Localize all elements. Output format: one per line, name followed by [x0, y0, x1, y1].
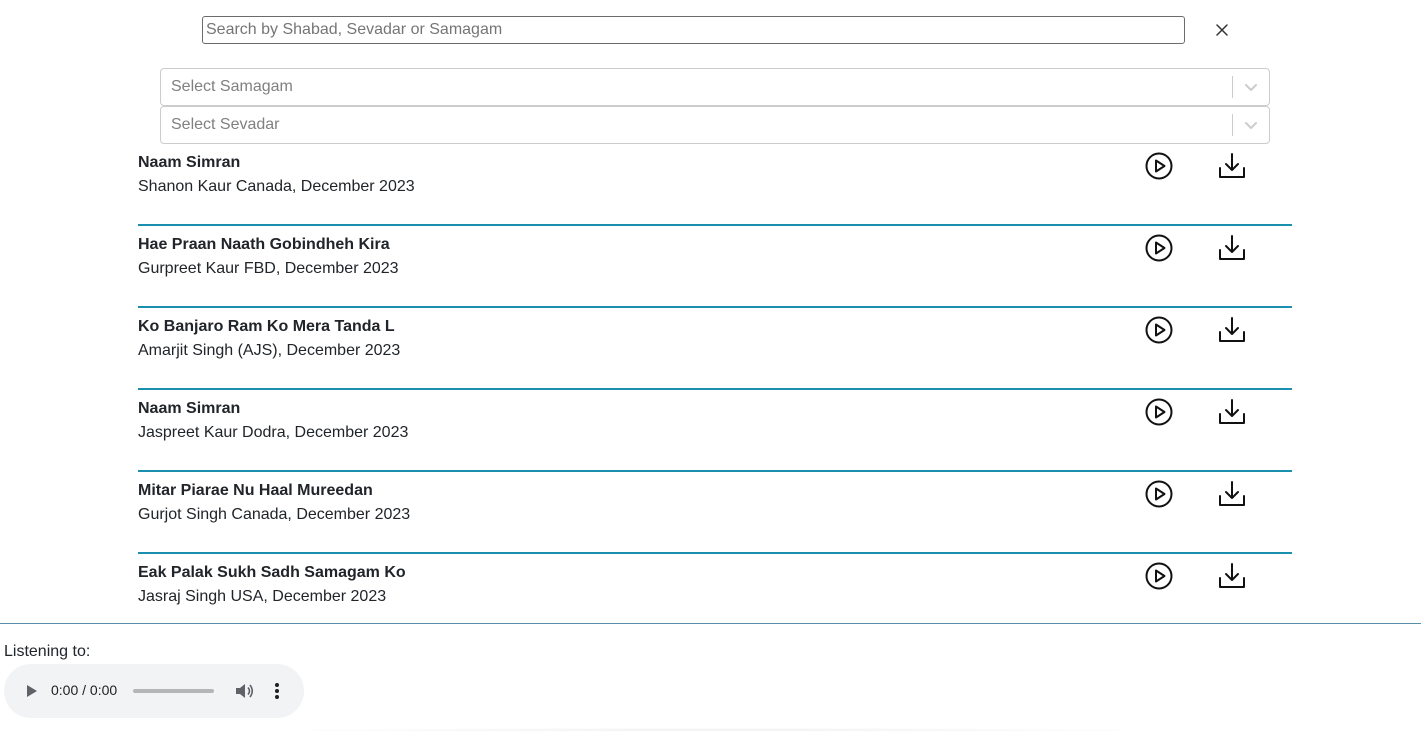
- download-icon: [1219, 317, 1245, 342]
- download-button[interactable]: [1217, 233, 1247, 263]
- download-icon: [1219, 481, 1245, 506]
- audio-progress-slider[interactable]: [133, 689, 214, 693]
- shabad-meta: Gurjot Singh Canada, December 2023: [138, 506, 411, 523]
- download-icon: [1219, 563, 1245, 588]
- sevadar-select[interactable]: Select Sevadar: [160, 106, 1270, 144]
- shabad-title: Mitar Piarae Nu Haal Mureedan: [138, 482, 373, 499]
- download-button[interactable]: [1217, 151, 1247, 181]
- play-button[interactable]: [1144, 479, 1174, 509]
- play-circle-icon: [1145, 398, 1173, 426]
- play-button[interactable]: [1144, 233, 1174, 263]
- play-circle-icon: [1145, 234, 1173, 262]
- play-circle-icon: [1145, 152, 1173, 180]
- audio-time: 0:00 / 0:00: [51, 682, 118, 698]
- play-button[interactable]: [1144, 315, 1174, 345]
- volume-icon[interactable]: [234, 681, 256, 701]
- player-footer: Listening to: 0:00 / 0:00: [0, 623, 1421, 731]
- play-button[interactable]: [1144, 561, 1174, 591]
- shabad-meta: Shanon Kaur Canada, December 2023: [138, 178, 415, 195]
- chevron-down-icon[interactable]: [1233, 69, 1269, 105]
- audio-player: 0:00 / 0:00: [4, 664, 304, 718]
- shabad-list: Naam Simran Shanon Kaur Canada, December…: [138, 144, 1292, 636]
- samagam-select-placeholder: Select Samagam: [171, 78, 293, 95]
- sevadar-select-placeholder: Select Sevadar: [171, 116, 280, 133]
- play-circle-icon: [1145, 316, 1173, 344]
- download-icon: [1219, 235, 1245, 260]
- play-circle-icon: [1145, 480, 1173, 508]
- download-button[interactable]: [1217, 397, 1247, 427]
- download-button[interactable]: [1217, 315, 1247, 345]
- shabad-meta: Jasraj Singh USA, December 2023: [138, 588, 387, 605]
- shabad-title: Ko Banjaro Ram Ko Mera Tanda L: [138, 318, 395, 335]
- listening-label: Listening to:: [4, 643, 91, 660]
- list-item: Naam Simran Shanon Kaur Canada, December…: [138, 144, 1292, 226]
- search-input[interactable]: [202, 16, 1185, 44]
- page: Select Samagam Select Sevadar Naam Simra…: [0, 0, 1421, 731]
- list-item: Ko Banjaro Ram Ko Mera Tanda L Amarjit S…: [138, 308, 1292, 390]
- shabad-meta: Jaspreet Kaur Dodra, December 2023: [138, 424, 409, 441]
- play-circle-icon: [1145, 562, 1173, 590]
- more-options-icon[interactable]: [266, 680, 288, 702]
- shabad-title: Hae Praan Naath Gobindheh Kira: [138, 236, 390, 253]
- shabad-title: Naam Simran: [138, 400, 241, 417]
- download-icon: [1219, 399, 1245, 424]
- list-item: Naam Simran Jaspreet Kaur Dodra, Decembe…: [138, 390, 1292, 472]
- shabad-title: Eak Palak Sukh Sadh Samagam Ko: [138, 564, 406, 581]
- download-button[interactable]: [1217, 561, 1247, 591]
- list-item: Hae Praan Naath Gobindheh Kira Gurpreet …: [138, 226, 1292, 308]
- chevron-down-icon[interactable]: [1233, 107, 1269, 143]
- download-button[interactable]: [1217, 479, 1247, 509]
- play-button[interactable]: [1144, 151, 1174, 181]
- shabad-meta: Gurpreet Kaur FBD, December 2023: [138, 260, 399, 277]
- list-item: Mitar Piarae Nu Haal Mureedan Gurjot Sin…: [138, 472, 1292, 554]
- shabad-title: Naam Simran: [138, 154, 241, 171]
- download-icon: [1219, 153, 1245, 178]
- shabad-meta: Amarjit Singh (AJS), December 2023: [138, 342, 401, 359]
- samagam-select[interactable]: Select Samagam: [160, 68, 1270, 106]
- close-icon: [1216, 24, 1228, 36]
- footer-shadow: [180, 727, 1251, 731]
- clear-search-button[interactable]: [1210, 18, 1234, 42]
- play-button[interactable]: [1144, 397, 1174, 427]
- play-icon[interactable]: [22, 682, 40, 700]
